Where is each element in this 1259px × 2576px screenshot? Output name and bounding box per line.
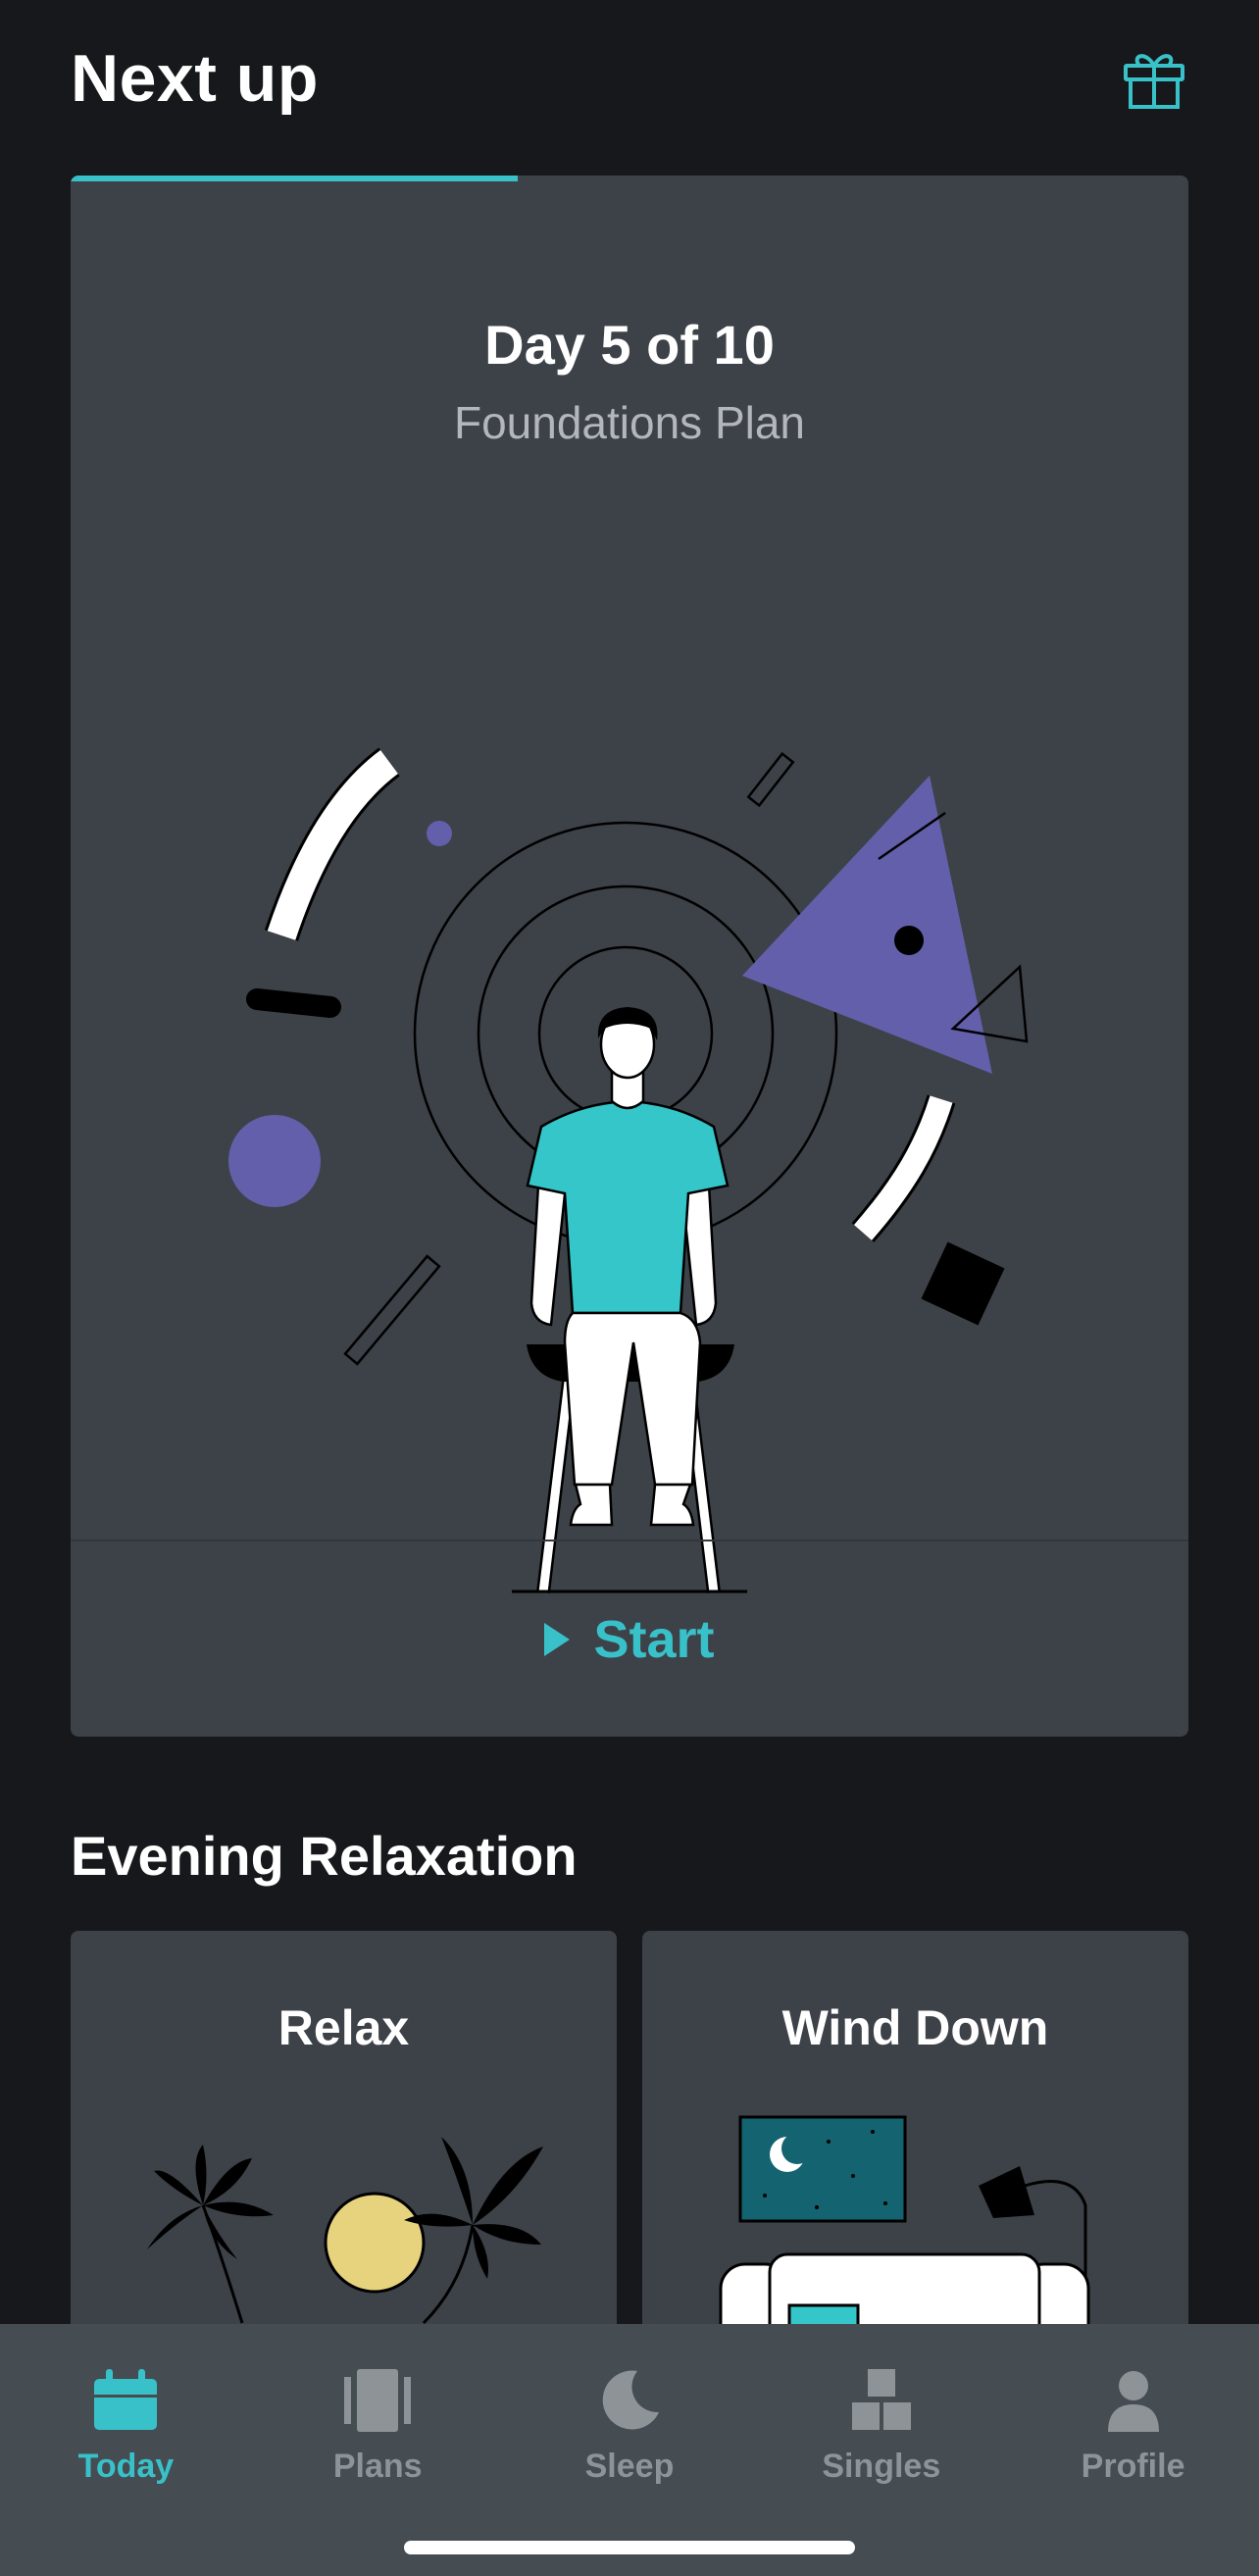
tab-sleep-label: Sleep <box>584 2448 675 2485</box>
relax-card[interactable]: Relax <box>71 1931 617 2343</box>
page-title: Next up <box>71 41 319 116</box>
meditating-person-illustration <box>228 747 1029 1593</box>
tab-today[interactable]: Today <box>0 2324 252 2576</box>
tab-profile[interactable]: Profile <box>1007 2324 1259 2576</box>
play-icon <box>544 1622 571 1656</box>
tab-singles[interactable]: Singles <box>755 2324 1007 2576</box>
home-indicator <box>404 2541 855 2554</box>
header: Next up <box>71 29 1188 127</box>
plan-name-label: Foundations Plan <box>453 397 806 448</box>
relax-card-title: Relax <box>277 2000 410 2055</box>
start-label: Start <box>593 1609 715 1669</box>
gift-icon[interactable] <box>1120 44 1188 113</box>
plans-icon <box>342 2369 413 2432</box>
tab-singles-label: Singles <box>822 2448 941 2485</box>
tab-plans[interactable]: Plans <box>252 2324 504 2576</box>
tab-plans-label: Plans <box>332 2448 423 2485</box>
blocks-icon <box>846 2369 917 2432</box>
wind-down-card[interactable]: Wind Down <box>642 1931 1188 2343</box>
plan-day-label: Day 5 of 10 <box>484 314 775 376</box>
person-icon <box>1098 2369 1169 2432</box>
section-title: Evening Relaxation <box>71 1825 578 1887</box>
living-room-night-illustration <box>719 2115 1090 2343</box>
wind-down-card-title: Wind Down <box>781 2000 1049 2055</box>
moon-icon <box>594 2369 665 2432</box>
palm-trees-sun-illustration <box>147 2137 543 2325</box>
tab-today-label: Today <box>77 2448 175 2485</box>
start-button[interactable]: Start <box>71 1541 1188 1737</box>
tab-bar: Today Plans Sleep Singles Profile <box>0 2324 1259 2576</box>
plan-progress-bar <box>71 176 1188 181</box>
plan-progress-fill <box>71 176 518 181</box>
calendar-icon <box>90 2369 161 2432</box>
tab-sleep[interactable]: Sleep <box>504 2324 756 2576</box>
tab-profile-label: Profile <box>1081 2448 1185 2485</box>
plan-card[interactable]: Day 5 of 10 Foundations Plan Start <box>71 176 1188 1737</box>
